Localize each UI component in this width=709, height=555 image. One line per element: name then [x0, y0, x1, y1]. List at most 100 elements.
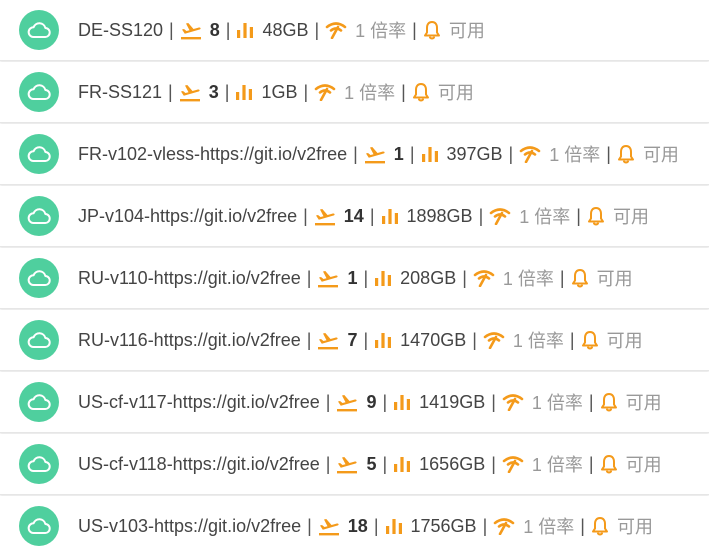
airplane-takeoff-icon	[317, 268, 339, 288]
rate-multiplier: 1 倍率	[523, 517, 575, 537]
traffic-used: 1470GB	[400, 329, 467, 350]
signal-icon	[314, 83, 336, 101]
signal-icon	[489, 207, 511, 225]
separator: |	[225, 19, 231, 40]
server-name: US-v103-https://git.io/v2free	[78, 515, 302, 536]
server-row[interactable]: US-cf-v118-https://git.io/v2free | 5 | 1656G…	[0, 434, 709, 495]
server-info: FR-SS121 | 3 | 1GB | 1 倍率 | 可用	[78, 79, 474, 105]
separator: |	[482, 515, 488, 536]
traffic-used: 397GB	[446, 143, 503, 164]
separator: |	[307, 515, 312, 536]
separator: |	[478, 205, 484, 226]
traffic-used: 1898GB	[406, 205, 473, 226]
cloud-icon	[19, 382, 59, 422]
bell-icon	[617, 144, 635, 164]
user-count: 8	[209, 19, 220, 40]
bell-icon	[600, 392, 618, 412]
cloud-icon	[19, 506, 59, 546]
rate-multiplier: 1 倍率	[502, 269, 554, 289]
user-count: 7	[347, 329, 358, 350]
user-count: 18	[347, 515, 368, 536]
server-name: DE-SS120	[78, 19, 164, 40]
traffic-used: 1419GB	[419, 391, 486, 412]
status-text: 可用	[596, 269, 633, 289]
separator: |	[569, 329, 575, 350]
separator: |	[580, 515, 585, 536]
server-row[interactable]: DE-SS120 | 8 | 48GB | 1 倍率 | 可用	[0, 0, 709, 61]
user-count: 1	[347, 267, 358, 288]
server-name: US-cf-v117-https://git.io/v2free	[78, 391, 320, 412]
separator: |	[409, 143, 415, 164]
traffic-used: 1656GB	[419, 453, 486, 474]
separator: |	[224, 81, 230, 102]
signal-icon	[502, 393, 524, 411]
airplane-takeoff-icon	[180, 20, 202, 40]
separator: |	[306, 329, 312, 350]
separator: |	[169, 19, 174, 40]
cloud-icon	[19, 258, 59, 298]
server-name: FR-v102-vless-https://git.io/v2free	[78, 143, 348, 164]
status-text: 可用	[642, 145, 679, 165]
user-count: 9	[366, 391, 377, 412]
separator: |	[303, 81, 309, 102]
server-info: US-cf-v117-https://git.io/v2free | 9 | 1419G…	[78, 389, 662, 415]
cloud-icon	[19, 134, 59, 174]
user-count: 3	[208, 81, 219, 102]
rate-multiplier: 1 倍率	[512, 331, 564, 351]
bar-chart-icon	[235, 83, 253, 101]
server-name: RU-v110-https://git.io/v2free	[78, 267, 301, 288]
server-row[interactable]: US-cf-v117-https://git.io/v2free | 9 | 1419G…	[0, 372, 709, 433]
separator: |	[491, 453, 496, 474]
separator: |	[491, 391, 496, 412]
server-row[interactable]: RU-v110-https://git.io/v2free | 1 | 208GB | 1 …	[0, 248, 709, 309]
signal-icon	[483, 331, 505, 349]
separator: |	[401, 81, 406, 102]
signal-icon	[325, 21, 347, 39]
airplane-takeoff-icon	[336, 392, 358, 412]
airplane-takeoff-icon	[336, 454, 358, 474]
separator: |	[382, 391, 388, 412]
bar-chart-icon	[385, 517, 403, 535]
signal-icon	[519, 145, 541, 163]
separator: |	[412, 19, 417, 40]
separator: |	[508, 143, 514, 164]
rate-multiplier: 1 倍率	[531, 393, 583, 413]
separator: |	[363, 329, 369, 350]
airplane-takeoff-icon	[179, 82, 201, 102]
signal-icon	[493, 517, 515, 535]
separator: |	[363, 267, 369, 288]
status-text: 可用	[616, 517, 653, 537]
separator: |	[606, 143, 611, 164]
server-info: US-v103-https://git.io/v2free | 18 | 1756GB |…	[78, 513, 653, 539]
server-row[interactable]: RU-v116-https://git.io/v2free | 7 | 1470GB | 1…	[0, 310, 709, 371]
server-info: RU-v110-https://git.io/v2free | 1 | 208GB | 1 …	[78, 265, 633, 291]
separator: |	[462, 267, 467, 288]
rate-multiplier: 1 倍率	[549, 145, 601, 165]
status-text: 可用	[448, 21, 485, 41]
server-row[interactable]: FR-SS121 | 3 | 1GB | 1 倍率 | 可用	[0, 62, 709, 123]
status-text: 可用	[612, 207, 649, 227]
server-row[interactable]: JP-v104-https://git.io/v2free | 14 | 1898GB |…	[0, 186, 709, 247]
server-info: DE-SS120 | 8 | 48GB | 1 倍率 | 可用	[78, 17, 485, 43]
separator: |	[559, 267, 565, 288]
rate-multiplier: 1 倍率	[355, 21, 407, 41]
bell-icon	[423, 20, 441, 40]
separator: |	[382, 453, 388, 474]
separator: |	[325, 453, 331, 474]
signal-icon	[473, 269, 495, 287]
server-name: RU-v116-https://git.io/v2free	[78, 329, 301, 350]
separator: |	[588, 453, 594, 474]
airplane-takeoff-icon	[318, 516, 340, 536]
separator: |	[373, 515, 379, 536]
server-list: DE-SS120 | 8 | 48GB | 1 倍率 | 可用 FR-SS121 | 3 | 1GB | 1 …	[0, 0, 709, 555]
server-row[interactable]: FR-v102-vless-https://git.io/v2free | 1 | 39…	[0, 124, 709, 185]
separator: |	[168, 81, 173, 102]
server-name: FR-SS121	[78, 81, 163, 102]
bell-icon	[587, 206, 605, 226]
bar-chart-icon	[374, 331, 392, 349]
status-text: 可用	[625, 455, 662, 475]
cloud-icon	[19, 196, 59, 236]
separator: |	[353, 143, 358, 164]
separator: |	[314, 19, 320, 40]
server-row[interactable]: US-v103-https://git.io/v2free | 18 | 1756GB |…	[0, 496, 709, 555]
